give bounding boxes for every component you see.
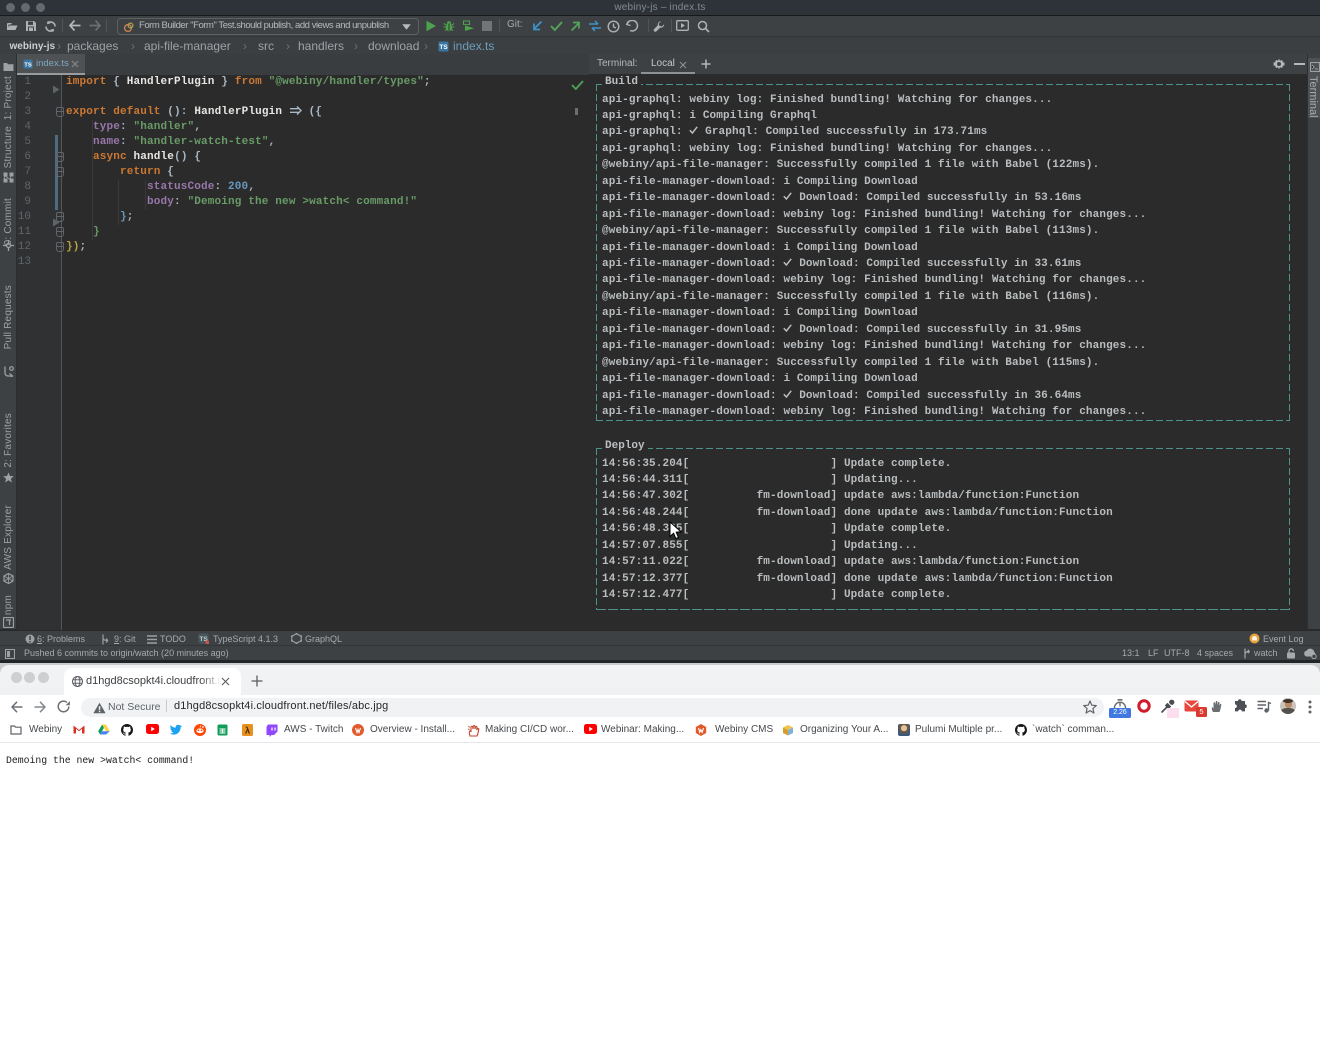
svg-text:TS: TS xyxy=(24,62,32,68)
svg-text:λ: λ xyxy=(245,725,250,735)
svg-text:TS: TS xyxy=(439,44,448,51)
